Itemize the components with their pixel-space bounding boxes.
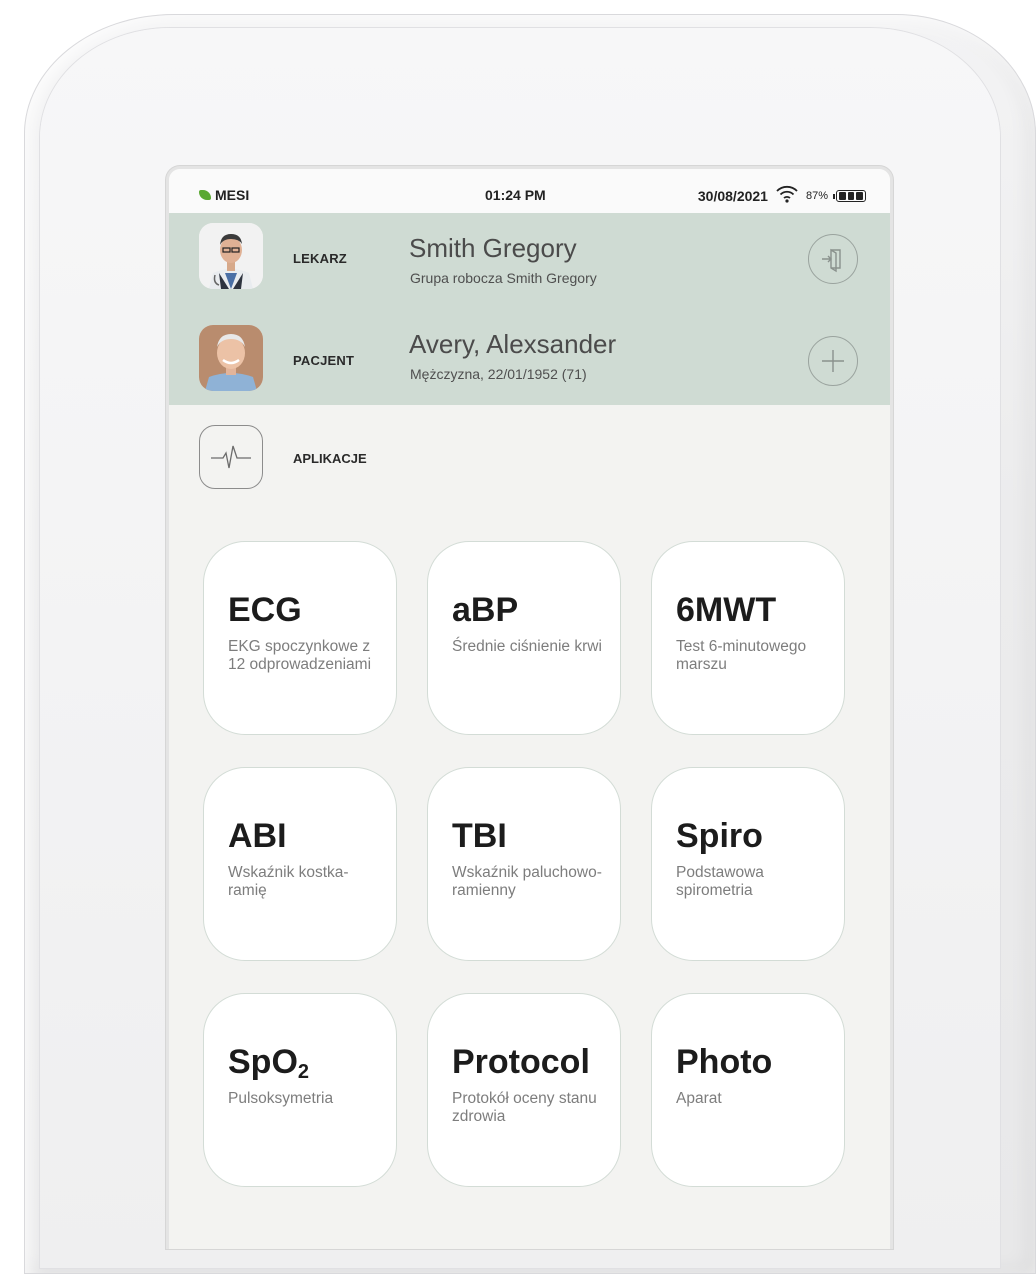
app-desc: Średnie ciśnienie krwi [452,638,602,655]
app-title: Photo [676,1043,773,1081]
app-title: Protocol [452,1043,590,1081]
app-desc: EKG spoczynkowe z 12 odprowadzeniami [228,638,372,673]
app-title-subscript: 2 [297,1061,310,1083]
app-desc: Aparat [676,1090,722,1107]
patient-subtitle: Mężczyzna, 22/01/1952 (71) [410,366,587,382]
app-tile-ecg[interactable]: ECG EKG spoczynkowe z 12 odprowadzeniami [203,541,397,735]
app-tile-tbi[interactable]: TBI Wskaźnik paluchowo-ramienny [427,767,621,961]
app-desc: Test 6-minutowego marszu [676,638,807,673]
plus-icon [822,350,844,372]
app-desc: Podstawowa spirometria [676,864,764,899]
app-tile-6mwt[interactable]: 6MWT Test 6-minutowego marszu [651,541,845,735]
apps-section-label: APLIKACJE [293,451,367,466]
app-title-main: SpO [228,1043,298,1081]
app-tile-photo[interactable]: Photo Aparat [651,993,845,1187]
patient-row[interactable]: PACJENT Avery, Alexsander Mężczyzna, 22/… [169,309,890,405]
date: 30/08/2021 [697,187,768,204]
patient-role-label: PACJENT [293,353,355,368]
patient-avatar [199,325,263,391]
patient-name: Avery, Alexsander [409,329,617,359]
app-title: TBI [452,817,507,855]
app-tile-abi[interactable]: ABI Wskaźnik kostka-ramię [203,767,397,961]
doctor-name: Smith Gregory [409,233,577,263]
app-title: ECG [228,591,302,629]
status-right: 30/08/2021 87% [698,185,866,206]
doctor-row[interactable]: LEKARZ Smith Gregory Grupa robocza Smith… [169,213,890,310]
app-title: ABI [228,817,287,855]
app-tile-abp[interactable]: aBP Średnie ciśnienie krwi [427,541,621,735]
add-patient-button[interactable] [808,336,858,386]
brand-label: MESI [215,187,250,203]
apps-grid: ECG EKG spoczynkowe z 12 odprowadzeniami… [203,541,853,1191]
doctor-role-label: LEKARZ [293,251,347,266]
app-title: Spiro [676,817,763,855]
app-title: aBP [452,591,519,629]
brand: MESI [199,187,249,203]
status-bar: MESI 01:24 PM 30/08/2021 87% [169,169,890,213]
app-tile-spiro[interactable]: Spiro Podstawowa spirometria [651,767,845,961]
logout-icon [822,248,841,273]
battery-percent: 87% [805,189,828,202]
clock: 01:24 PM [485,187,546,203]
doctor-avatar [199,223,263,289]
app-desc: Wskaźnik paluchowo-ramienny [452,864,602,899]
doctor-subtitle: Grupa robocza Smith Gregory [410,270,597,286]
app-title: SpO2 [228,1042,309,1092]
wifi-icon [776,185,798,206]
battery-icon [833,189,866,202]
app-desc: Pulsoksymetria [228,1090,334,1107]
app-screen: MESI 01:24 PM 30/08/2021 87% LEKARZ Smit… [166,166,893,1249]
app-tile-protocol[interactable]: Protocol Protokół oceny stanu zdrowia [427,993,621,1187]
heartbeat-icon [199,425,263,489]
app-desc: Protokół oceny stanu zdrowia [452,1090,597,1125]
leaf-icon [199,190,211,200]
app-desc: Wskaźnik kostka-ramię [228,864,349,899]
app-tile-spo2[interactable]: SpO2 Pulsoksymetria [203,993,397,1187]
app-title: 6MWT [676,591,777,629]
logout-button[interactable] [808,234,858,284]
